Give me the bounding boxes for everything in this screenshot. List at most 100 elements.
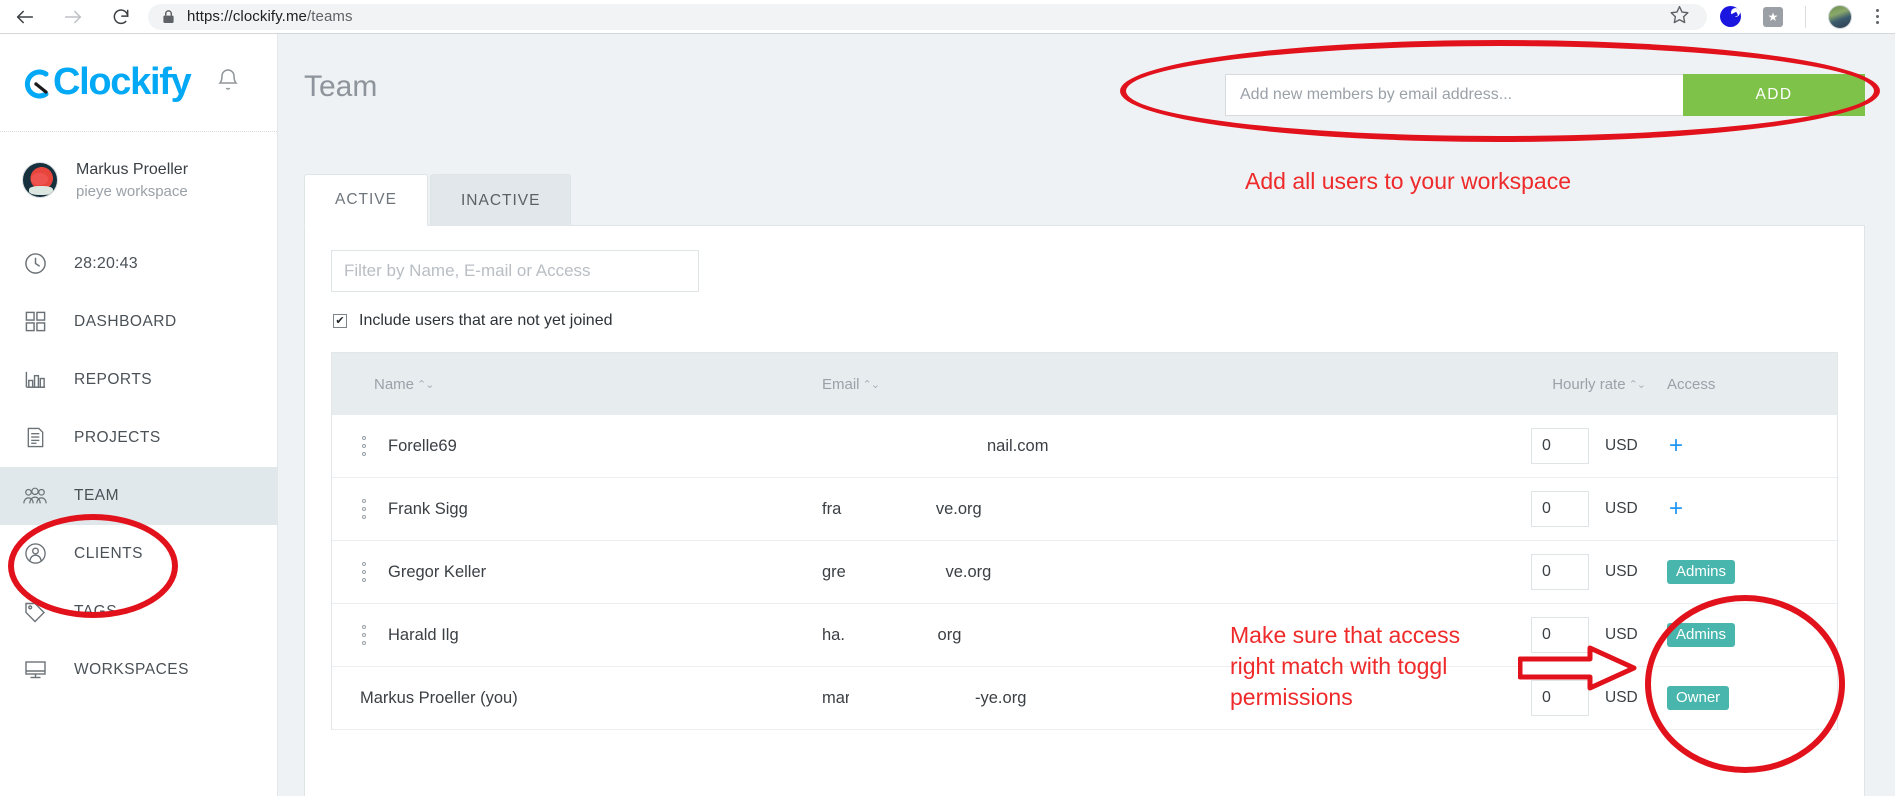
sidebar-item-label: REPORTS [74,370,153,388]
add-member-input[interactable] [1225,74,1683,116]
email-redaction [849,677,967,718]
cell-email: mar -ye.org [822,677,1322,718]
cell-hourly-rate: USD [1322,680,1667,716]
sort-asc-desc-icon[interactable]: ⌃⌄ [417,378,434,391]
include-not-joined-row[interactable]: Include users that are not yet joined [305,292,1864,330]
sidebar-item-label: 28:20:43 [74,254,138,272]
clockify-logo-mark [22,67,52,99]
sidebar-user[interactable]: Markus Proeller pieye workspace [0,132,277,229]
address-bar[interactable]: https://clockify.me/teams [148,3,1707,30]
sidebar-logo-row: Clockify [0,34,277,132]
cell-name: Markus Proeller (you) [352,689,822,708]
filter-input[interactable] [331,250,699,292]
sort-asc-desc-icon[interactable]: ⌃⌄ [1629,378,1646,391]
member-email-prefix: ha. [822,625,845,644]
blue-extension-icon[interactable] [1720,6,1741,27]
column-header-email[interactable]: Email ⌃⌄ [822,376,1322,393]
hourly-rate-input[interactable] [1531,617,1589,653]
team-table: Name ⌃⌄ Email ⌃⌄ Hourly rate ⌃⌄ Access F… [331,352,1838,730]
bell-icon[interactable] [216,67,240,98]
sidebar-item-clients[interactable]: CLIENTS [0,525,277,583]
status-badge[interactable]: Admins [1667,623,1736,647]
cell-email: nail.com [822,425,1322,466]
sort-asc-desc-icon[interactable]: ⌃⌄ [863,378,880,391]
sidebar-workspace-name: pieye workspace [76,183,188,201]
kebab-menu-icon[interactable] [1874,9,1881,24]
add-member-bar: ADD [1225,74,1865,116]
cell-email: ha. org [822,614,1322,655]
forward-arrow-icon[interactable] [62,6,84,28]
cell-email: fra ve.org [822,488,1322,529]
sidebar-item-reports[interactable]: REPORTS [0,351,277,409]
include-not-joined-checkbox[interactable] [333,314,347,328]
toolbar-divider [1805,5,1806,28]
cell-access: Admins [1667,623,1817,647]
back-arrow-icon[interactable] [14,6,36,28]
monitor-icon [22,657,48,683]
sidebar-item-dashboard[interactable]: DASHBOARD [0,293,277,351]
status-badge[interactable]: Admins [1667,560,1736,584]
grid-icon [22,309,48,335]
plus-icon[interactable]: + [1667,434,1683,458]
add-button[interactable]: ADD [1683,74,1865,116]
plus-icon[interactable]: + [1667,497,1683,521]
currency-label: USD [1605,563,1638,580]
row-menu-icon[interactable] [356,436,372,456]
column-header-access: Access [1667,375,1716,393]
sidebar-item-projects[interactable]: PROJECTS [0,409,277,467]
column-header-name[interactable]: Name ⌃⌄ [352,376,822,393]
hourly-rate-input[interactable] [1531,554,1589,590]
member-email-prefix: fra [822,499,842,518]
table-row: Frank Sigg fra ve.org USD + [332,478,1837,541]
member-name: Gregor Keller [388,562,487,581]
reload-icon[interactable] [110,6,132,28]
clockify-logo[interactable]: Clockify [22,61,192,104]
sidebar-item-workspaces[interactable]: WORKSPACES [0,641,277,699]
table-header: Name ⌃⌄ Email ⌃⌄ Hourly rate ⌃⌄ Access [332,353,1837,415]
hourly-rate-input[interactable] [1531,491,1589,527]
member-name: Frank Sigg [388,499,468,518]
status-badge[interactable]: Owner [1667,686,1730,710]
email-redaction [848,488,933,529]
document-icon [22,425,48,451]
sidebar-item-label: TEAM [74,486,120,504]
people-icon [22,483,48,509]
email-redaction [849,551,941,592]
cell-hourly-rate: USD [1322,617,1667,653]
tab-inactive[interactable]: INACTIVE [429,174,572,226]
tag-icon [22,599,48,625]
person-circle-icon [22,541,48,567]
hourly-rate-input[interactable] [1531,680,1589,716]
profile-avatar[interactable] [1828,4,1852,29]
cell-name: Frank Sigg [352,499,822,519]
cell-access: + [1667,497,1817,521]
hourly-rate-input[interactable] [1531,428,1589,464]
sidebar-item-timer[interactable]: 28:20:43 [0,235,277,293]
sidebar-user-name: Markus Proeller [76,161,189,178]
lock-icon [162,9,175,24]
column-header-hourly-rate[interactable]: Hourly rate ⌃⌄ [1322,376,1667,393]
url-text: https://clockify.me/teams [187,8,353,25]
cell-name: Forelle69 [352,436,822,456]
page-title: Team [304,70,378,103]
grey-extension-icon[interactable]: ★ [1763,6,1783,27]
sidebar-item-team[interactable]: TEAM [0,466,277,525]
star-icon[interactable] [1669,4,1690,30]
cell-name: Gregor Keller [352,562,822,582]
row-menu-icon[interactable] [356,499,372,519]
sidebar-item-label: PROJECTS [74,428,161,446]
currency-label: USD [1605,437,1638,454]
filter-row [305,226,1864,292]
sidebar-user-texts: Markus Proeller pieye workspace [76,158,188,203]
row-menu-icon[interactable] [356,562,372,582]
currency-label: USD [1605,689,1638,706]
member-email-prefix: gre [822,562,846,581]
member-name: Harald Ilg [388,625,459,644]
sidebar-item-label: CLIENTS [74,544,143,562]
row-menu-icon[interactable] [356,625,372,645]
sidebar-item-label: TAGS [74,602,118,620]
browser-nav-buttons [14,6,132,28]
tab-active[interactable]: ACTIVE [304,174,428,226]
sidebar-item-tags[interactable]: TAGS [0,583,277,641]
sidebar-nav: 28:20:43 DASHBOARD REPORTS PROJECTS TEAM… [0,229,277,699]
